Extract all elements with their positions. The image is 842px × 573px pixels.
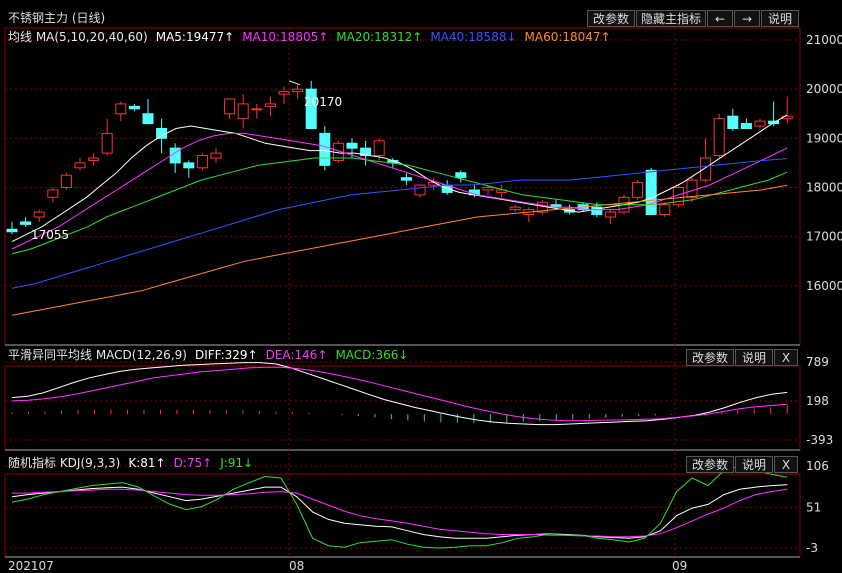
kdj-tick-label: 106 <box>806 459 829 473</box>
macd-legend-item: MACD:366↓ <box>335 348 408 362</box>
kdj-help-button[interactable]: 说明 <box>735 456 773 473</box>
candle-body <box>604 211 616 218</box>
ma-line-ma5 <box>11 114 788 243</box>
arrow-left-icon[interactable]: ← <box>707 10 733 27</box>
candle-body <box>645 169 657 216</box>
candle-body <box>142 113 154 125</box>
main-legend-item: MA40:18588↓ <box>430 30 516 44</box>
main-params-button[interactable]: 改参数 <box>587 10 635 27</box>
candle-body <box>278 91 290 95</box>
candle-body <box>20 221 32 225</box>
main-legend-item: MA20:18312↑ <box>336 30 422 44</box>
main-legend-item: MA10:18805↑ <box>242 30 328 44</box>
macd-tick-label: 198 <box>806 394 829 408</box>
macd-legend-item: DEA:146↑ <box>266 348 328 362</box>
low-annotation: 17055 <box>31 228 69 242</box>
ma-line-ma40 <box>11 158 788 289</box>
candle-body <box>754 120 766 127</box>
x-tick-label: 202107 <box>8 559 54 573</box>
hide-main-indicator-button[interactable]: 隐藏主指标 <box>636 10 706 27</box>
chart-canvas: 16000 17000 18000 19000 20000 21000 20170 17055… <box>4 27 842 573</box>
candle-body <box>346 142 358 149</box>
high-annotation: 20170 <box>304 95 342 109</box>
kdj-legend-item: K:81↑ <box>128 456 165 470</box>
candle-body <box>47 189 59 198</box>
main-legend-item: MA60:18047↑ <box>525 30 611 44</box>
kdj-close-button[interactable]: X <box>774 456 798 473</box>
macd-tick-label: 789 <box>806 355 829 369</box>
candle-body <box>727 115 739 130</box>
x-tick-label: 09 <box>672 559 687 573</box>
macd-line-dea <box>11 366 788 422</box>
candle-body <box>686 179 698 198</box>
price-tick-label: 20000 <box>806 82 842 96</box>
main-help-button[interactable]: 说明 <box>761 10 799 27</box>
window-title: 不锈钢主力 (日线) <box>8 11 106 25</box>
kdj-legend-item: J:91↓ <box>219 456 253 470</box>
candle-body <box>414 184 426 196</box>
kdj-tick-label: -3 <box>806 541 818 555</box>
candle-body <box>251 108 263 111</box>
kdj-params-button[interactable]: 改参数 <box>686 456 734 473</box>
kdj-pane-frame <box>4 473 801 558</box>
candle-body <box>6 228 18 233</box>
candle-body <box>740 123 752 130</box>
candle-body <box>60 174 72 188</box>
kdj-legend-item: 随机指标 KDJ(9,3,3) <box>8 455 120 470</box>
candle-body <box>210 152 222 159</box>
price-tick-label: 16000 <box>806 279 842 293</box>
candle-body <box>713 118 725 157</box>
candle-body <box>33 211 45 218</box>
candle-body <box>632 182 644 198</box>
macd-tick-label: -393 <box>806 433 833 447</box>
price-tick-label: 19000 <box>806 131 842 145</box>
macd-close-button[interactable]: X <box>774 349 798 366</box>
ma-line-ma60 <box>11 184 788 316</box>
main-legend-item: 均线 MA(5,10,20,40,60) <box>8 30 148 44</box>
macd-help-button[interactable]: 说明 <box>735 349 773 366</box>
x-tick-label: 08 <box>289 559 304 573</box>
candle-body <box>196 155 208 169</box>
price-tick-label: 17000 <box>806 230 842 244</box>
ma-line-ma20 <box>11 157 788 255</box>
candle-body <box>224 98 236 115</box>
candle-body <box>319 132 331 166</box>
high-annotation-leader <box>288 80 301 86</box>
candle-body <box>659 204 671 216</box>
candle-body <box>455 172 467 179</box>
candle-body <box>74 162 86 169</box>
candle-body <box>128 105 140 110</box>
arrow-right-icon[interactable]: → <box>734 10 760 27</box>
main-legend-item: MA5:19477↑ <box>156 30 234 44</box>
macd-line-diff <box>11 362 788 426</box>
candle-body <box>509 206 521 211</box>
candle-body <box>400 177 412 181</box>
candle-body <box>237 103 249 120</box>
candle-body <box>373 140 385 157</box>
macd-legend-item: DIFF:329↑ <box>195 348 258 362</box>
price-tick-label: 18000 <box>806 181 842 195</box>
kdj-legend-item: D:75↑ <box>174 456 213 470</box>
candle-body <box>183 162 195 169</box>
candle-body <box>292 88 304 93</box>
main-pane-frame <box>4 27 801 346</box>
kdj-tick-label: 51 <box>806 500 821 514</box>
candle-body <box>88 157 100 161</box>
candle-body <box>482 187 494 191</box>
macd-pane-frame <box>4 365 801 451</box>
macd-legend-item: 平滑异同平均线 MACD(12,26,9) <box>8 348 187 362</box>
kdj-line-d <box>12 488 788 538</box>
candle-body <box>115 103 127 115</box>
candle-body <box>700 157 712 181</box>
price-tick-label: 21000 <box>806 33 842 47</box>
candle-body <box>264 103 276 107</box>
candle-body <box>101 132 113 154</box>
macd-params-button[interactable]: 改参数 <box>686 349 734 366</box>
